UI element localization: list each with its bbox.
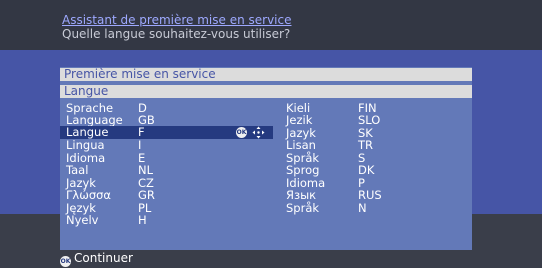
language-item[interactable]: Idioma P [286, 177, 466, 189]
language-item[interactable]: Язык RUS [286, 189, 466, 201]
language-item[interactable]: Språk N [286, 202, 466, 214]
language-item[interactable]: Nyelv H [66, 214, 276, 226]
language-code: D [138, 101, 147, 115]
language-code: DK [358, 163, 375, 178]
language-code: P [358, 175, 365, 190]
panel-section-label: Langue [60, 85, 472, 98]
continue-hint[interactable]: OK Continuer [60, 251, 133, 267]
language-item[interactable]: Język PL [66, 202, 276, 214]
language-item[interactable]: Jazyk CZ [66, 177, 276, 189]
language-name: Kieli [286, 101, 311, 115]
language-item[interactable]: Taal NL [66, 164, 276, 176]
continue-label: Continuer [74, 251, 133, 265]
language-code: SK [358, 125, 373, 140]
language-name: Språk [286, 200, 320, 215]
panel-title: Première mise en service [60, 68, 472, 81]
language-name: Język [66, 200, 96, 215]
language-code: PL [138, 200, 152, 215]
language-name: Idioma [66, 150, 106, 165]
language-name: Taal [66, 163, 89, 178]
language-item[interactable]: Lisan TR [286, 139, 466, 151]
ok-icon: OK [236, 127, 247, 139]
language-name: Γλώσσα [66, 188, 112, 203]
language-item[interactable]: Jezik SLO [286, 114, 466, 126]
language-code: H [138, 213, 147, 228]
language-code: SLO [358, 113, 381, 128]
language-item[interactable]: Γλώσσα GR [66, 189, 276, 201]
language-code: N [358, 200, 367, 215]
language-code: E [138, 150, 146, 165]
language-code: TR [358, 138, 374, 153]
language-code: I [138, 138, 142, 153]
language-code: S [358, 150, 366, 165]
language-name: Språk [286, 150, 320, 165]
navigation-arrows-icon [252, 126, 265, 139]
language-item[interactable]: Sprog DK [286, 164, 466, 176]
language-code: GR [138, 188, 155, 203]
language-name: Nyelv [66, 213, 99, 228]
language-name: Jazyk [286, 125, 316, 140]
language-name: Jezik [286, 113, 313, 128]
language-name: Lisan [286, 138, 316, 153]
language-code: RUS [358, 188, 382, 203]
language-name: Sprog [286, 163, 320, 178]
language-item[interactable]: Jazyk SK [286, 127, 466, 139]
language-item[interactable]: Kieli FIN [286, 102, 466, 114]
language-name: Lingua [66, 138, 105, 153]
language-question: Quelle langue souhaitez-vous utiliser? [62, 27, 291, 41]
wizard-title: Assistant de première mise en service [62, 13, 292, 27]
language-name: Idioma [286, 175, 326, 190]
language-code: FIN [358, 101, 377, 115]
language-item[interactable]: Sprache D [66, 102, 276, 114]
language-code: CZ [138, 175, 154, 190]
language-name: Sprache [66, 101, 114, 115]
language-item[interactable]: Idioma E [66, 152, 276, 164]
language-name: Jazyk [66, 175, 96, 190]
ok-icon: OK [60, 256, 71, 267]
language-name: Langue [66, 125, 109, 140]
language-item[interactable]: Språk S [286, 152, 466, 164]
language-name: Язык [286, 188, 317, 203]
language-code: NL [138, 163, 154, 178]
language-code: F [138, 125, 145, 140]
language-item[interactable]: Lingua I [66, 139, 276, 151]
